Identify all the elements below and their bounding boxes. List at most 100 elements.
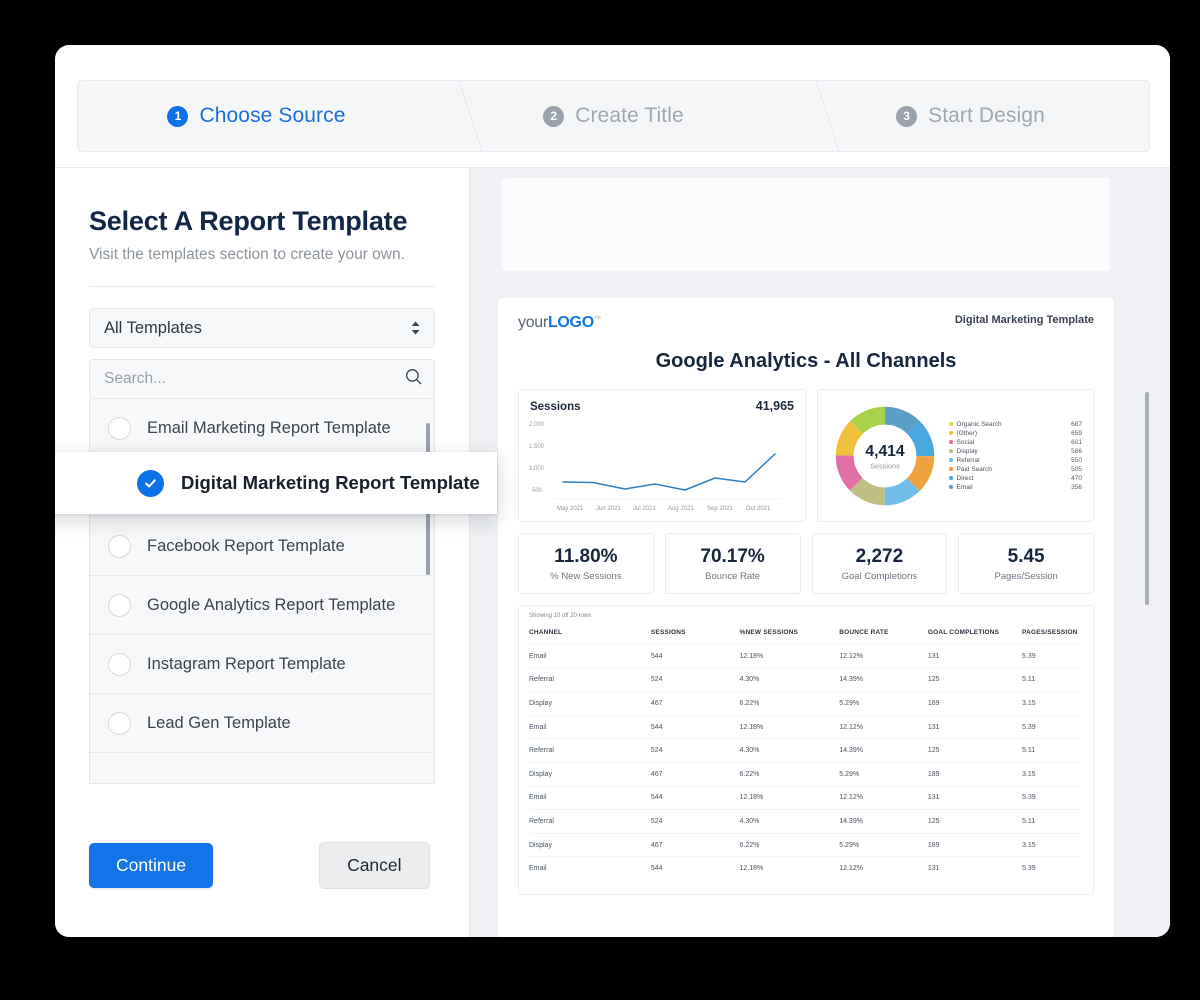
legend-item: (Other) 659: [949, 430, 1082, 437]
cell-sessions: 524: [651, 810, 740, 834]
table-row: Email 544 12.18% 12.12% 131 5.39: [529, 857, 1083, 880]
list-item[interactable]: Facebook Report Template: [90, 517, 434, 576]
legend-value: 601: [1071, 439, 1082, 446]
radio-icon[interactable]: [108, 712, 131, 735]
legend-label: Paid Search: [957, 466, 1068, 473]
list-item-label: Facebook Report Template: [147, 537, 345, 556]
cell-new-sessions: 6.22%: [740, 833, 840, 857]
radio-icon[interactable]: [108, 535, 131, 558]
cell-new-sessions: 12.18%: [740, 857, 840, 880]
cell-bounce-rate: 14.39%: [839, 668, 928, 692]
legend-item: Social 601: [949, 439, 1082, 446]
preview-placeholder-card: [502, 178, 1110, 271]
cell-channel: Display: [529, 692, 651, 716]
legend-label: Email: [957, 484, 1068, 491]
cell-pages-session: 5.11: [1022, 668, 1083, 692]
sessions-donut-chart: 4,414 Sessions Organic Search 687: [817, 389, 1094, 522]
cell-bounce-rate: 5.29%: [839, 833, 928, 857]
check-icon[interactable]: [137, 470, 164, 497]
report-preview: yourLOGO™ Digital Marketing Template Goo…: [498, 298, 1114, 937]
legend-swatch: [949, 431, 953, 435]
cell-pages-session: 3.15: [1022, 692, 1083, 716]
kpi-value: 5.45: [1008, 546, 1045, 568]
legend-item: Display 586: [949, 448, 1082, 455]
kpi-value: 11.80%: [554, 546, 617, 568]
report-preview-panel: yourLOGO™ Digital Marketing Template Goo…: [470, 167, 1170, 937]
cell-new-sessions: 6.22%: [740, 692, 840, 716]
radio-icon[interactable]: [108, 653, 131, 676]
legend-swatch: [949, 485, 953, 489]
sessions-line-chart: Sessions 41,965 2,000 1,500 1,000 500: [518, 389, 806, 522]
legend-label: (Other): [957, 430, 1068, 437]
radio-icon[interactable]: [108, 594, 131, 617]
column-header-pages-session: PAGES/SESSION: [1022, 627, 1083, 645]
cell-sessions: 544: [651, 786, 740, 810]
list-item-label: Lead Gen Template: [147, 714, 291, 733]
step-choose-source[interactable]: 1 Choose Source: [78, 81, 435, 151]
cell-bounce-rate: 12.12%: [839, 645, 928, 669]
template-selection-panel: Select A Report Template Visit the templ…: [55, 167, 470, 937]
donut-legend: Organic Search 687 (Other) 659 Social: [949, 421, 1082, 491]
cell-pages-session: 5.39: [1022, 715, 1083, 739]
x-tick-oct: Oct 2021: [746, 506, 771, 512]
donut-center-label: Sessions: [870, 461, 900, 470]
cell-bounce-rate: 12.12%: [839, 715, 928, 739]
report-title: Google Analytics - All Channels: [518, 350, 1094, 373]
search-input[interactable]: [104, 370, 420, 388]
legend-item: Referral 550: [949, 457, 1082, 464]
selected-template-row[interactable]: Digital Marketing Report Template: [55, 452, 497, 514]
cell-pages-session: 3.15: [1022, 833, 1083, 857]
cell-pages-session: 5.39: [1022, 645, 1083, 669]
legend-value: 586: [1071, 448, 1082, 455]
step-start-design[interactable]: 3 Start Design: [792, 81, 1149, 151]
report-header: yourLOGO™ Digital Marketing Template: [518, 314, 1094, 332]
list-item-label: Instagram Report Template: [147, 655, 346, 674]
step-number-badge: 3: [896, 106, 917, 127]
line-chart-header: Sessions 41,965: [530, 399, 794, 413]
template-filter-value: All Templates: [104, 319, 202, 338]
report-charts: Sessions 41,965 2,000 1,500 1,000 500: [518, 389, 1094, 522]
cell-new-sessions: 4.30%: [740, 810, 840, 834]
y-tick-2000: 2,000: [529, 422, 545, 428]
table-row: Email 544 12.18% 12.12% 131 5.39: [529, 645, 1083, 669]
legend-label: Organic Search: [957, 421, 1068, 428]
continue-button[interactable]: Continue: [89, 843, 213, 888]
cell-goal-completions: 125: [928, 739, 1022, 763]
column-header-sessions: SESSIONS: [651, 627, 740, 645]
kpi-label: % New Sessions: [550, 571, 621, 582]
legend-item: Email 356: [949, 484, 1082, 491]
radio-icon[interactable]: [108, 417, 131, 440]
cancel-button[interactable]: Cancel: [319, 842, 429, 889]
report-template-name: Digital Marketing Template: [955, 314, 1094, 326]
step-label: Start Design: [928, 104, 1045, 128]
wizard-body: Select A Report Template Visit the templ…: [55, 167, 1170, 937]
cell-sessions: 524: [651, 668, 740, 692]
cell-channel: Display: [529, 833, 651, 857]
list-item[interactable]: Lead Gen Template: [90, 694, 434, 753]
chevron-updown-icon: [410, 321, 421, 336]
legend-item: Paid Search 505: [949, 466, 1082, 473]
x-tick-sep: Sep 2021: [707, 506, 733, 512]
cell-channel: Referral: [529, 810, 651, 834]
divider: [89, 286, 435, 287]
list-item[interactable]: Email Marketing Report Template: [90, 399, 434, 458]
preview-scrollbar[interactable]: [1145, 392, 1149, 605]
table-row-count: Showing 10 off 20 rows: [529, 613, 1083, 619]
template-search-box[interactable]: [89, 359, 435, 399]
kpi-card: 2,272 Goal Completions: [812, 533, 948, 594]
template-filter-select[interactable]: All Templates: [89, 308, 435, 348]
cell-sessions: 544: [651, 857, 740, 880]
logo-bold: LOGO: [548, 314, 594, 331]
list-item[interactable]: Google Analytics Report Template: [90, 576, 434, 635]
action-buttons: Continue Cancel: [89, 842, 430, 889]
table-row: Email 544 12.18% 12.12% 131 5.39: [529, 715, 1083, 739]
cell-channel: Email: [529, 857, 651, 880]
cell-pages-session: 5.39: [1022, 786, 1083, 810]
cell-goal-completions: 131: [928, 715, 1022, 739]
list-item[interactable]: Instagram Report Template: [90, 635, 434, 694]
step-create-title[interactable]: 2 Create Title: [435, 81, 792, 151]
cell-channel: Email: [529, 645, 651, 669]
kpi-card: 11.80% % New Sessions: [518, 533, 654, 594]
cell-pages-session: 5.39: [1022, 857, 1083, 880]
line-chart-series: [563, 454, 775, 490]
